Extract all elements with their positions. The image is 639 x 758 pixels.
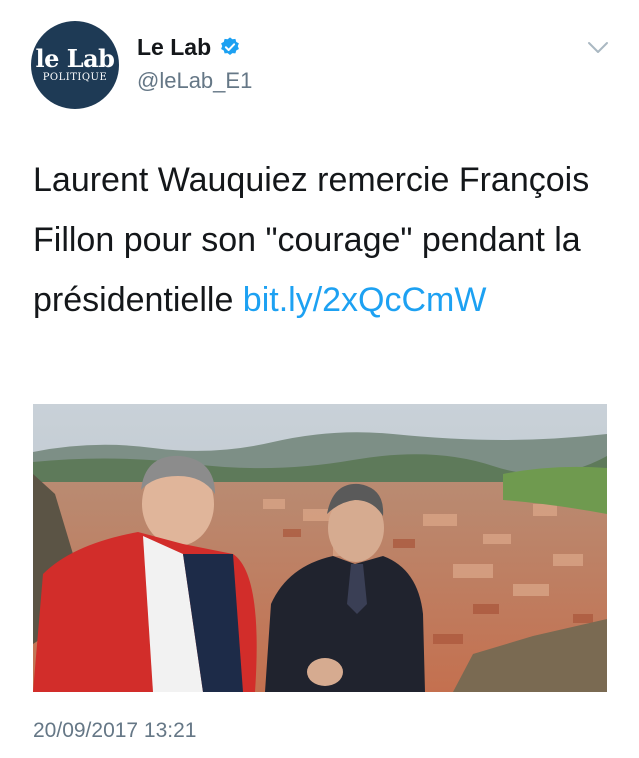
author-name-row: Le Lab — [137, 34, 241, 60]
tweet-photo[interactable] — [33, 404, 607, 692]
avatar-subtitle: POLITIQUE — [42, 71, 108, 83]
chevron-down-icon[interactable] — [585, 38, 611, 58]
tweet-text: Laurent Wauquiez remercie François Fillo… — [33, 150, 613, 330]
verified-badge-icon — [221, 37, 240, 55]
display-name[interactable]: Le Lab — [137, 34, 211, 60]
tweet-link[interactable]: bit.ly/2xQcCmW — [243, 281, 487, 319]
user-handle[interactable]: @leLab_E1 — [137, 68, 252, 94]
avatar-brand: le Lab — [35, 43, 115, 73]
tweet-timestamp[interactable]: 20/09/2017 13:21 — [33, 718, 197, 744]
tweet-card: le Lab POLITIQUE Le Lab @leLab_E1 Lauren… — [0, 0, 639, 758]
avatar[interactable]: le Lab POLITIQUE — [31, 21, 119, 109]
photo-image — [33, 404, 607, 692]
